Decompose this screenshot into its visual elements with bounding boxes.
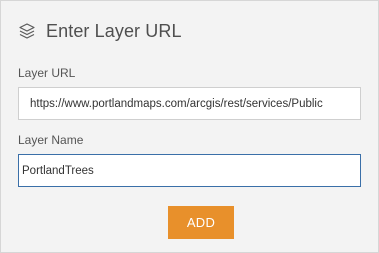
- layer-url-label: Layer URL: [18, 66, 76, 80]
- layer-url-input[interactable]: [18, 87, 361, 120]
- panel-title: Enter Layer URL: [46, 20, 182, 41]
- panel-header: Enter Layer URL: [18, 19, 182, 43]
- layers-icon: [18, 22, 36, 40]
- enter-layer-url-panel: Enter Layer URL Layer URL Layer Name ADD: [0, 0, 379, 253]
- add-button[interactable]: ADD: [168, 206, 234, 239]
- layer-name-label: Layer Name: [18, 133, 84, 147]
- layer-name-input[interactable]: [18, 154, 361, 187]
